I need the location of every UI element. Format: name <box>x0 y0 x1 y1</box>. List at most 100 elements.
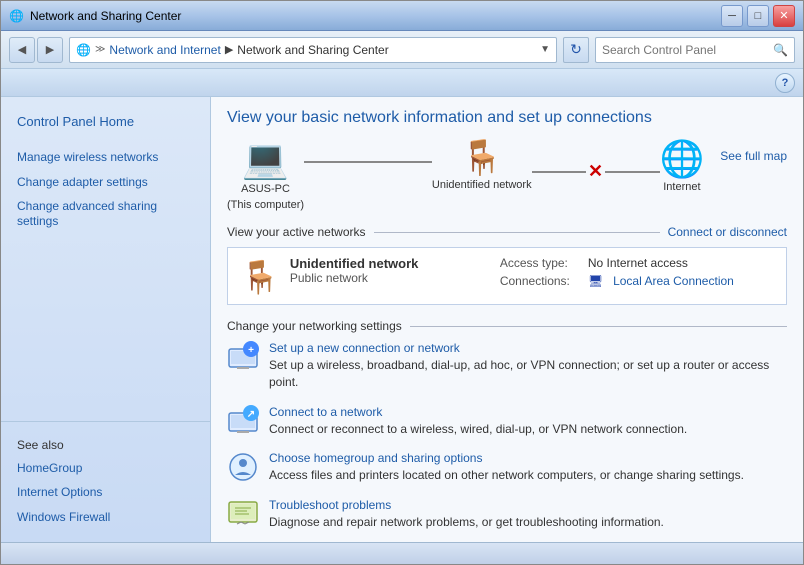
line-2 <box>368 161 432 163</box>
back-button[interactable]: ◀ <box>9 37 35 63</box>
content-area: Control Panel Home Manage wireless netwo… <box>1 97 803 542</box>
line-4 <box>605 171 659 173</box>
connect-disconnect-link[interactable]: Connect or disconnect <box>668 225 787 239</box>
connect-network-link[interactable]: Connect to a network <box>269 405 787 419</box>
homegroup-icon <box>227 451 259 483</box>
see-full-map[interactable]: See full map <box>720 149 787 163</box>
help-button[interactable]: ? <box>775 73 795 93</box>
title-bar-left: 🌐 Network and Sharing Center <box>9 9 181 23</box>
sidebar-item-internet-options[interactable]: Internet Options <box>1 480 210 505</box>
minimize-button[interactable]: ─ <box>721 5 743 27</box>
search-input[interactable] <box>602 43 769 57</box>
close-button[interactable]: ✕ <box>773 5 795 27</box>
active-networks-section: View your active networks Connect or dis… <box>227 225 787 239</box>
bench-icon: 🪑 <box>461 141 503 175</box>
section-line-2 <box>410 326 787 327</box>
node-internet: 🌐 Internet <box>659 141 704 193</box>
connect-network-desc: Connect or reconnect to a wireless, wire… <box>269 422 687 436</box>
node-computer-sublabel: (This computer) <box>227 199 304 211</box>
breadcrumb-dropdown[interactable]: ▼ <box>540 44 550 55</box>
sidebar-item-manage-wireless[interactable]: Manage wireless networks <box>1 145 210 170</box>
connection-icon: 🖥 <box>588 274 603 288</box>
title-bar: 🌐 Network and Sharing Center ─ □ ✕ <box>1 1 803 31</box>
active-network-box: 🪑 Unidentified network Public network Ac… <box>227 247 787 305</box>
troubleshoot-link[interactable]: Troubleshoot problems <box>269 498 787 512</box>
nav-arrows: ◀ ▶ <box>9 37 63 63</box>
homegroup-desc: Access files and printers located on oth… <box>269 468 744 482</box>
network-diagram: 💻 ASUS-PC (This computer) 🪑 Unidentified… <box>227 141 787 211</box>
setting-item-troubleshoot: Troubleshoot problems Diagnose and repai… <box>227 498 787 531</box>
access-type-value: No Internet access <box>588 256 688 270</box>
network-name: Unidentified network <box>290 256 490 271</box>
sidebar-divider <box>1 421 210 422</box>
access-type-label: Access type: <box>500 256 580 270</box>
computer-icon: 💻 <box>242 141 289 179</box>
sidebar-item-change-advanced[interactable]: Change advanced sharing settings <box>1 195 210 234</box>
node-internet-label: Internet <box>663 181 700 193</box>
search-bar: 🔍 <box>595 37 795 63</box>
breadcrumb-icon: 🌐 <box>76 43 91 57</box>
refresh-button[interactable]: ↻ <box>563 37 589 63</box>
troubleshoot-text: Troubleshoot problems Diagnose and repai… <box>269 498 787 531</box>
breadcrumb-arrow: ▶ <box>225 43 233 56</box>
window-controls: ─ □ ✕ <box>721 5 795 27</box>
setting-item-new-connection: + Set up a new connection or network Set… <box>227 341 787 391</box>
sidebar-item-windows-firewall[interactable]: Windows Firewall <box>1 505 210 530</box>
section-line-1 <box>374 232 660 233</box>
node-network-label: Unidentified network <box>432 179 532 191</box>
breadcrumb-bar: 🌐 ≫ Network and Internet ▶ Network and S… <box>69 37 557 63</box>
connect-network-text: Connect to a network Connect or reconnec… <box>269 405 787 438</box>
active-networks-label: View your active networks <box>227 225 366 239</box>
nav-bar: ◀ ▶ 🌐 ≫ Network and Internet ▶ Network a… <box>1 31 803 69</box>
sidebar-item-change-adapter[interactable]: Change adapter settings <box>1 170 210 195</box>
line-1 <box>304 161 368 163</box>
status-bar <box>1 542 803 564</box>
homegroup-text: Choose homegroup and sharing options Acc… <box>269 451 787 484</box>
new-connection-desc: Set up a wireless, broadband, dial-up, a… <box>269 358 769 389</box>
node-network: 🪑 Unidentified network <box>432 141 532 191</box>
line-3 <box>532 171 586 173</box>
breadcrumb-item-0[interactable]: Network and Internet <box>109 43 220 57</box>
new-connection-link[interactable]: Set up a new connection or network <box>269 341 787 355</box>
svg-text:+: + <box>248 345 254 356</box>
setting-item-homegroup: Choose homegroup and sharing options Acc… <box>227 451 787 484</box>
node-computer: 💻 ASUS-PC (This computer) <box>227 141 304 211</box>
window-title: Network and Sharing Center <box>30 9 181 23</box>
forward-button[interactable]: ▶ <box>37 37 63 63</box>
see-also-label: See also <box>1 430 210 456</box>
settings-list: + Set up a new connection or network Set… <box>227 341 787 531</box>
maximize-button[interactable]: □ <box>747 5 769 27</box>
troubleshoot-desc: Diagnose and repair network problems, or… <box>269 515 664 529</box>
breadcrumb-separator: ≫ <box>95 44 105 55</box>
connector-1 <box>304 161 432 163</box>
networking-settings-label: Change your networking settings <box>227 319 402 333</box>
sidebar-home[interactable]: Control Panel Home <box>1 109 210 135</box>
help-area: ? <box>1 69 803 97</box>
connector-2: ✕ <box>532 161 660 182</box>
connections-row: Connections: 🖥 Local Area Connection <box>500 274 774 288</box>
new-connection-text: Set up a new connection or network Set u… <box>269 341 787 391</box>
x-mark: ✕ <box>588 161 603 182</box>
sidebar-item-homegroup[interactable]: HomeGroup <box>1 456 210 481</box>
connections-value[interactable]: Local Area Connection <box>613 274 734 288</box>
globe-icon: 🌐 <box>659 141 704 177</box>
network-bench-icon: 🪑 <box>240 258 280 296</box>
new-connection-icon: + <box>227 341 259 373</box>
connect-network-icon: ↗ <box>227 405 259 437</box>
setting-item-connect-network: ↗ Connect to a network Connect or reconn… <box>227 405 787 438</box>
troubleshoot-icon <box>227 498 259 530</box>
network-info-right: Access type: No Internet access Connecti… <box>500 256 774 296</box>
breadcrumb-item-1: Network and Sharing Center <box>237 43 388 57</box>
network-icon: 🌐 <box>9 9 24 23</box>
page-title: View your basic network information and … <box>227 109 787 127</box>
network-type: Public network <box>290 271 490 285</box>
homegroup-link[interactable]: Choose homegroup and sharing options <box>269 451 787 465</box>
connections-label: Connections: <box>500 274 580 288</box>
main-window: 🌐 Network and Sharing Center ─ □ ✕ ◀ ▶ 🌐… <box>0 0 804 565</box>
access-type-row: Access type: No Internet access <box>500 256 774 270</box>
svg-text:↗: ↗ <box>247 409 255 420</box>
main-panel: View your basic network information and … <box>211 97 803 542</box>
search-icon[interactable]: 🔍 <box>773 43 788 57</box>
diagram-nodes: 💻 ASUS-PC (This computer) 🪑 Unidentified… <box>227 141 704 211</box>
networking-settings-section: Change your networking settings <box>227 319 787 333</box>
